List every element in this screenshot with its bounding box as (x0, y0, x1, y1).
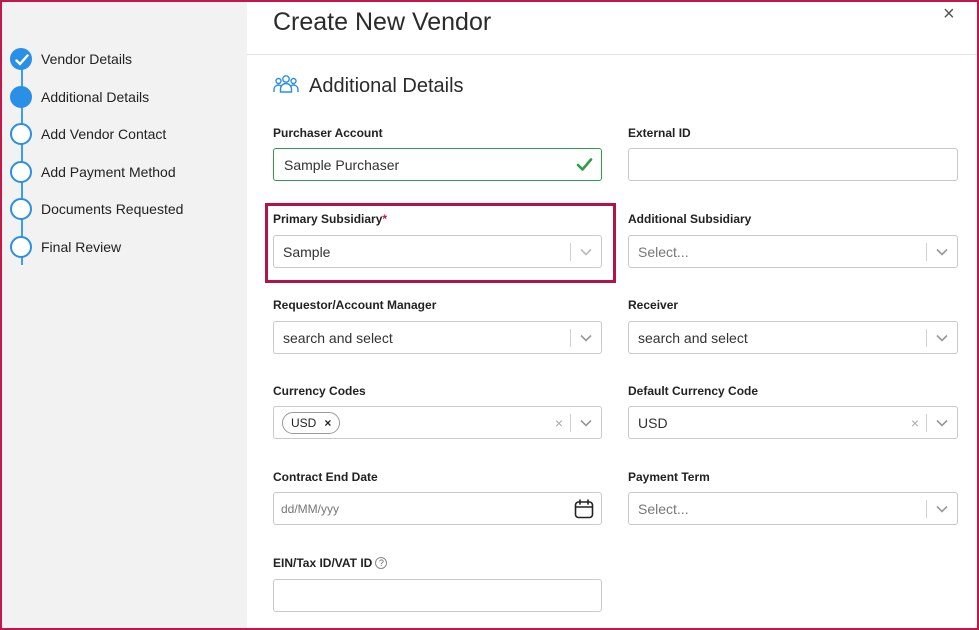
chevron-down-icon[interactable] (927, 334, 957, 342)
stepper-sidebar: Vendor Details Additional Details Add Ve… (2, 2, 247, 628)
contract-end-date-input[interactable]: dd/MM/yyy (273, 492, 602, 525)
step-label: Final Review (41, 239, 122, 255)
payment-term-select[interactable]: Select... (628, 492, 958, 525)
highlight-box (265, 203, 616, 283)
receiver-placeholder: search and select (638, 329, 748, 346)
default-currency-label: Default Currency Code (628, 384, 759, 398)
currency-chip: USD × (282, 411, 341, 434)
receiver-label: Receiver (628, 298, 679, 312)
step-add-payment-method[interactable]: Add Payment Method (10, 160, 176, 184)
calendar-icon[interactable] (574, 499, 594, 522)
ein-label: EIN/Tax ID/VAT ID? (273, 556, 388, 570)
ein-label-text: EIN/Tax ID/VAT ID (273, 556, 373, 570)
currency-codes-label: Currency Codes (273, 384, 366, 398)
check-icon (576, 156, 593, 176)
default-currency-value: USD (638, 414, 668, 431)
purchaser-account-value: Sample Purchaser (284, 156, 400, 173)
form-panel: Create New Vendor × Additional Details (247, 2, 977, 628)
additional-subsidiary-placeholder: Select... (638, 243, 689, 260)
chevron-down-icon[interactable] (927, 248, 957, 256)
chevron-down-icon[interactable] (571, 419, 601, 427)
pending-step-icon (10, 123, 32, 145)
close-icon[interactable]: × (943, 4, 955, 24)
purchaser-account-label: Purchaser Account (273, 126, 383, 140)
group-icon (273, 74, 299, 99)
dialog-frame: Vendor Details Additional Details Add Ve… (0, 0, 979, 630)
requestor-placeholder: search and select (283, 329, 393, 346)
clear-icon[interactable]: × (904, 415, 926, 431)
section-header: Additional Details (273, 74, 464, 99)
requestor-label: Requestor/Account Manager (273, 298, 437, 312)
external-id-label: External ID (628, 126, 691, 140)
chip-remove-icon[interactable]: × (324, 416, 331, 430)
receiver-select[interactable]: search and select (628, 321, 958, 354)
pending-step-icon (10, 198, 32, 220)
step-documents-requested[interactable]: Documents Requested (10, 197, 183, 221)
default-currency-select[interactable]: USD × (628, 406, 958, 439)
page-title: Create New Vendor (273, 8, 492, 36)
step-label: Vendor Details (41, 51, 133, 67)
help-icon[interactable]: ? (375, 557, 388, 569)
chip-label: USD (291, 415, 317, 430)
contract-end-date-placeholder: dd/MM/yyy (281, 501, 340, 516)
pending-step-icon (10, 236, 32, 258)
active-step-icon (10, 86, 32, 108)
external-id-input[interactable] (628, 148, 958, 181)
stepper-line (21, 49, 23, 265)
payment-term-label: Payment Term (628, 470, 710, 484)
step-final-review[interactable]: Final Review (10, 235, 121, 259)
step-additional-details[interactable]: Additional Details (10, 85, 149, 109)
requestor-select[interactable]: search and select (273, 321, 602, 354)
payment-term-placeholder: Select... (638, 500, 689, 517)
additional-subsidiary-label: Additional Subsidiary (628, 212, 752, 226)
purchaser-account-input[interactable]: Sample Purchaser (273, 148, 602, 181)
step-label: Add Payment Method (41, 164, 176, 180)
ein-input[interactable] (273, 579, 602, 612)
additional-subsidiary-select[interactable]: Select... (628, 235, 958, 268)
step-label: Add Vendor Contact (41, 126, 167, 142)
contract-end-date-label: Contract End Date (273, 470, 378, 484)
chevron-down-icon[interactable] (927, 505, 957, 513)
clear-icon[interactable]: × (548, 415, 570, 431)
step-label: Additional Details (41, 89, 150, 105)
divider (247, 54, 977, 55)
currency-codes-multiselect[interactable]: USD × × (273, 406, 602, 439)
chevron-down-icon[interactable] (927, 419, 957, 427)
pending-step-icon (10, 161, 32, 183)
check-circle-icon (10, 48, 32, 70)
section-title: Additional Details (309, 75, 464, 97)
step-label: Documents Requested (41, 201, 184, 217)
step-add-vendor-contact[interactable]: Add Vendor Contact (10, 122, 166, 146)
chevron-down-icon[interactable] (571, 334, 601, 342)
step-vendor-details[interactable]: Vendor Details (10, 47, 132, 71)
